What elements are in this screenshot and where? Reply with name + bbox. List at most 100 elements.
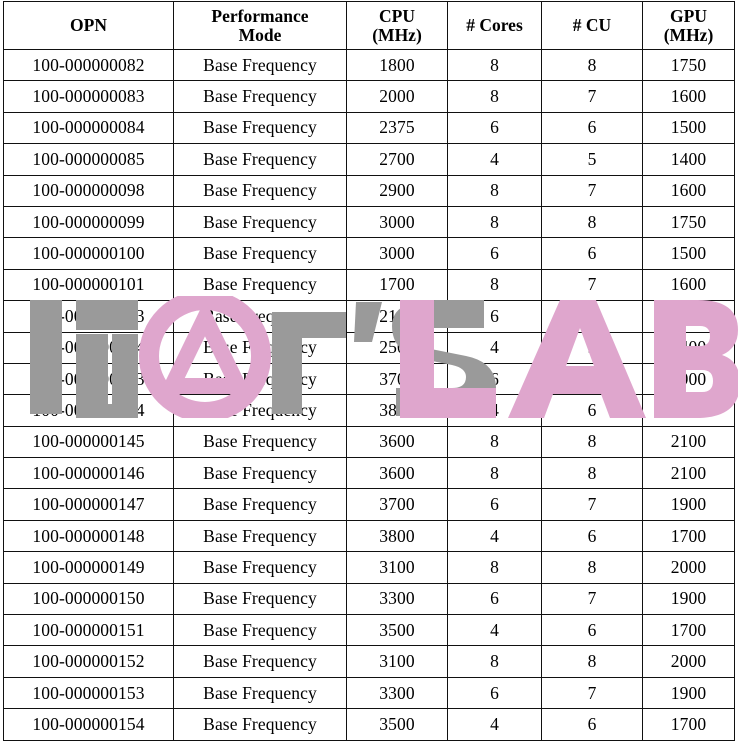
cell-cores: 8 bbox=[447, 174, 542, 207]
column-header-cpu: CPU (MHz) bbox=[346, 1, 448, 50]
cell-mode: Base Frequency bbox=[173, 268, 347, 302]
cell-gpu: 1750 bbox=[642, 48, 735, 82]
cell-opn: 100-000000149 bbox=[3, 551, 174, 584]
cell-cu: 7 bbox=[541, 174, 643, 207]
cell-cpu: 3100 bbox=[346, 645, 448, 678]
cell-cores: 8 bbox=[447, 457, 542, 490]
table-row: 100-000000084 Base Frequency 2375 6 6 1500 bbox=[3, 111, 735, 145]
cell-cu: 5 bbox=[541, 331, 643, 364]
header-row: OPN Performance Mode CPU (MHz) # Cores # CU GPU… bbox=[3, 1, 735, 50]
cell-mode: Base Frequency bbox=[173, 394, 347, 427]
cell-opn: 100-000000148 bbox=[3, 519, 174, 553]
table-row: 100-000000101 Base Frequency 1700 8 7 1600 bbox=[3, 268, 735, 302]
cell-cpu: 3000 bbox=[346, 237, 448, 270]
cell-cu: 6 bbox=[541, 519, 643, 553]
cell-cores: 4 bbox=[447, 143, 542, 176]
cell-cpu: 3600 bbox=[346, 425, 448, 459]
cell-mode: Base Frequency bbox=[173, 205, 347, 239]
cell-opn: 100-000000151 bbox=[3, 614, 174, 647]
cell-cores: 6 bbox=[447, 488, 542, 521]
cell-gpu: 1900 bbox=[642, 362, 735, 396]
cell-cpu: 3500 bbox=[346, 708, 448, 741]
cell-cpu: 2500 bbox=[346, 331, 448, 364]
table-row: 100-000000104 Base Frequency 2500 4 5 1400 bbox=[3, 331, 735, 364]
table-container: OPN Performance Mode CPU (MHz) # Cores # CU GPU… bbox=[3, 1, 735, 741]
cell-cpu: 1800 bbox=[346, 48, 448, 82]
cell-gpu: 1400 bbox=[642, 331, 735, 364]
cell-cpu: 2000 bbox=[346, 80, 448, 113]
table-row: 100-000000098 Base Frequency 2900 8 7 1600 bbox=[3, 174, 735, 207]
cell-cu: 8 bbox=[541, 425, 643, 459]
cell-cpu: 3300 bbox=[346, 676, 448, 710]
cell-mode: Base Frequency bbox=[173, 48, 347, 82]
cell-cpu: 3800 bbox=[346, 519, 448, 553]
cell-cores: 6 bbox=[447, 582, 542, 616]
cell-cu: 8 bbox=[541, 551, 643, 584]
column-header-mode-line1: Performance bbox=[211, 5, 309, 26]
cell-gpu: 1600 bbox=[642, 174, 735, 207]
cell-cpu: 3600 bbox=[346, 457, 448, 490]
cell-cu: 6 bbox=[541, 237, 643, 270]
cell-cpu: 2900 bbox=[346, 174, 448, 207]
table-row: 100-000000143 Base Frequency 3700 6 7 1900 bbox=[3, 362, 735, 396]
cell-opn: 100-000000153 bbox=[3, 676, 174, 710]
cell-gpu: 1700 bbox=[642, 519, 735, 553]
cell-mode: Base Frequency bbox=[173, 362, 347, 396]
cell-gpu: 2100 bbox=[642, 425, 735, 459]
cell-opn: 100-000000147 bbox=[3, 488, 174, 521]
column-header-gpu: GPU (MHz) bbox=[642, 1, 735, 50]
column-header-cores: # Cores bbox=[447, 1, 542, 50]
table-row: 100-000000085 Base Frequency 2700 4 5 1400 bbox=[3, 143, 735, 176]
cell-cpu: 3100 bbox=[346, 551, 448, 584]
cell-cpu: 3700 bbox=[346, 362, 448, 396]
column-header-opn-line2: OPN bbox=[70, 15, 107, 36]
cell-gpu: 1900 bbox=[642, 676, 735, 710]
cell-opn: 100-000000152 bbox=[3, 645, 174, 678]
cell-cpu: 2100 bbox=[346, 300, 448, 333]
cell-cpu: 2375 bbox=[346, 111, 448, 145]
cell-gpu: 1700 bbox=[642, 614, 735, 647]
cell-gpu: 1900 bbox=[642, 488, 735, 521]
cell-gpu: 1500 bbox=[642, 300, 735, 333]
cell-cores: 8 bbox=[447, 48, 542, 82]
cell-opn: 100-000000101 bbox=[3, 268, 174, 302]
cell-mode: Base Frequency bbox=[173, 300, 347, 333]
table-row: 100-000000103 Base Frequency 2100 6 6 1500 bbox=[3, 300, 735, 333]
cell-cu: 8 bbox=[541, 205, 643, 239]
column-header-cu-line2: # CU bbox=[572, 15, 612, 36]
column-header-gpu-line2: (MHz) bbox=[663, 24, 714, 45]
cell-cores: 4 bbox=[447, 394, 542, 427]
cell-mode: Base Frequency bbox=[173, 425, 347, 459]
table-row: 100-000000150 Base Frequency 3300 6 7 1900 bbox=[3, 582, 735, 616]
table-row: 100-000000149 Base Frequency 3100 8 8 2000 bbox=[3, 551, 735, 584]
cell-cores: 6 bbox=[447, 237, 542, 270]
column-header-cpu-line2: (MHz) bbox=[372, 24, 422, 45]
cell-cu: 6 bbox=[541, 394, 643, 427]
cell-mode: Base Frequency bbox=[173, 519, 347, 553]
cell-gpu: 2000 bbox=[642, 551, 735, 584]
table-header: OPN Performance Mode CPU (MHz) # Cores # CU GPU… bbox=[3, 1, 735, 50]
cell-opn: 100-000000144 bbox=[3, 394, 174, 427]
column-header-cu: # CU bbox=[541, 1, 643, 50]
table-row: 100-000000099 Base Frequency 3000 8 8 1750 bbox=[3, 205, 735, 239]
table-row: 100-000000147 Base Frequency 3700 6 7 1900 bbox=[3, 488, 735, 521]
cell-opn: 100-000000154 bbox=[3, 708, 174, 741]
cell-cpu: 3300 bbox=[346, 582, 448, 616]
table-body: 100-000000082 Base Frequency 1800 8 8 1750 100… bbox=[3, 48, 735, 741]
cell-mode: Base Frequency bbox=[173, 582, 347, 616]
cell-cu: 5 bbox=[541, 143, 643, 176]
table-row: 100-000000144 Base Frequency 3800 4 6 1700 bbox=[3, 394, 735, 427]
cell-cores: 8 bbox=[447, 80, 542, 113]
table-row: 100-000000146 Base Frequency 3600 8 8 2100 bbox=[3, 457, 735, 490]
cell-cpu: 3000 bbox=[346, 205, 448, 239]
spec-table-page: OPN Performance Mode CPU (MHz) # Cores # CU GPU… bbox=[0, 0, 738, 741]
column-header-mode: Performance Mode bbox=[173, 1, 347, 50]
cell-mode: Base Frequency bbox=[173, 645, 347, 678]
cell-cores: 6 bbox=[447, 300, 542, 333]
cell-cu: 8 bbox=[541, 645, 643, 678]
column-header-cpu-line1: CPU bbox=[379, 5, 415, 26]
cell-cores: 6 bbox=[447, 676, 542, 710]
cell-gpu: 2100 bbox=[642, 457, 735, 490]
table-row: 100-000000145 Base Frequency 3600 8 8 2100 bbox=[3, 425, 735, 459]
cell-cu: 7 bbox=[541, 676, 643, 710]
